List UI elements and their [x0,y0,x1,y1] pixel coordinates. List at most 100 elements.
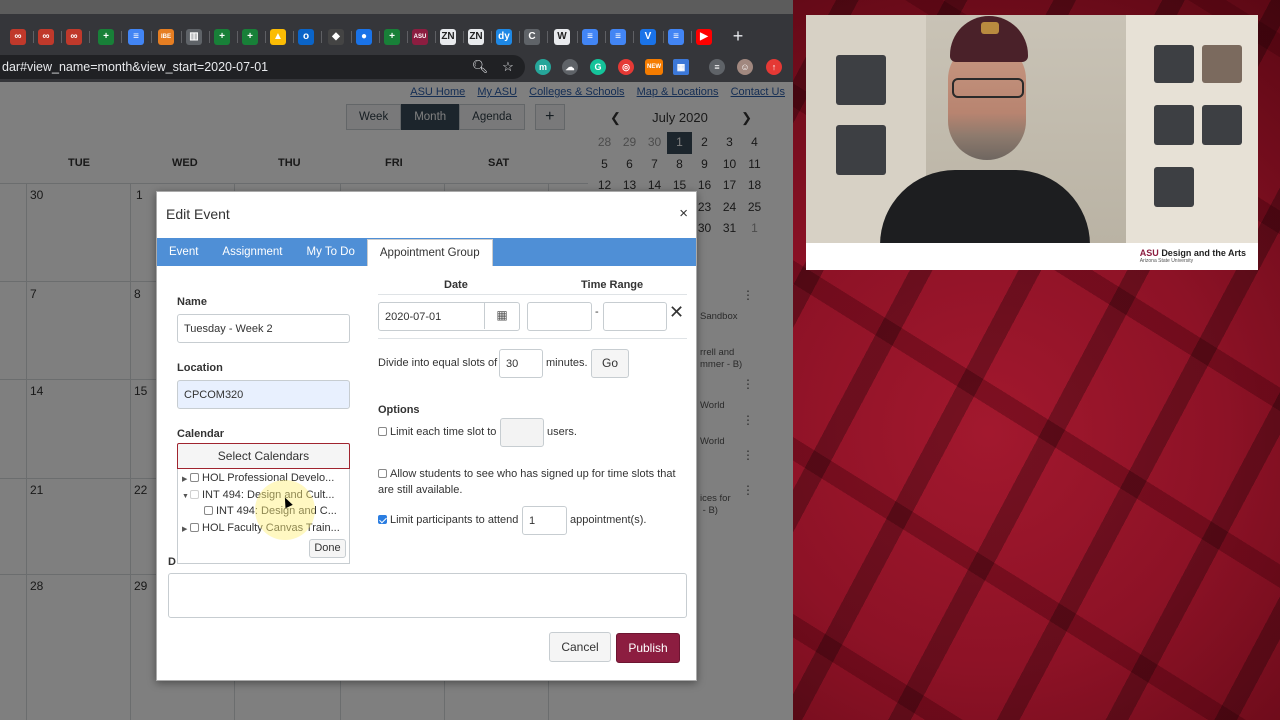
update-icon[interactable]: ↑ [766,59,782,75]
expand-icon[interactable]: ▶ [182,525,190,533]
go-button[interactable]: Go [591,349,629,378]
header-rule [378,294,687,295]
time-range-header: Time Range [581,279,644,291]
asu-sub-text: Arizona State University [1139,258,1194,264]
tab-separator [407,31,408,43]
tab-separator [121,31,122,43]
close-icon[interactable]: × [679,205,688,222]
start-time-input[interactable] [527,302,592,331]
extension-menu-icon[interactable]: ≡ [709,59,725,75]
users-per-slot-input[interactable] [500,418,544,447]
appointments-label: appointment(s). [570,514,647,526]
tab-icon-wikipedia[interactable]: W [554,29,570,45]
url-field[interactable]: dar#view_name=month&view_start=2020-07-0… [0,55,525,79]
tab-separator [547,31,548,43]
tab-icon-docs[interactable]: ≡ [128,29,144,45]
calendar-label: Calendar [177,428,225,440]
tab-icon-v[interactable]: V [640,29,656,45]
participants-input[interactable] [522,506,567,535]
location-input[interactable] [177,380,350,409]
minutes-label: minutes. [546,357,588,369]
description-label: D [168,556,176,568]
tab-icon-asu[interactable]: ASU [412,29,428,45]
calendar-checkbox[interactable] [190,523,199,532]
expand-icon[interactable]: ▶ [182,475,190,483]
end-time-input[interactable] [603,302,667,331]
extension-grid-icon[interactable]: ▦ [673,59,689,75]
tab-separator [491,31,492,43]
collapse-icon[interactable]: ▼ [182,493,190,500]
asu-design-logo: ASU Design and the Arts Arizona State Un… [1140,248,1246,264]
star-icon[interactable]: ☆ [499,58,517,76]
tab-icon-docs-3[interactable]: ≡ [610,29,626,45]
tab-event[interactable]: Event [157,238,210,266]
dialog-tabs: Event Assignment My To Do Appointment Gr… [157,238,696,266]
tab-icon-zn[interactable]: ZN [440,29,456,45]
tab-appointment-group[interactable]: Appointment Group [366,239,493,266]
tab-icon-2[interactable]: ∞ [38,29,54,45]
allow-students-checkbox[interactable] [378,469,387,478]
grammarly-icon[interactable]: G [590,59,606,75]
limit-slot-checkbox[interactable] [378,427,387,436]
shelf-bin [1154,45,1194,83]
tab-icon-sheets-3[interactable]: + [242,29,258,45]
calendar-option-label: HOL Professional Develo... [202,472,335,484]
tab-icon-dy[interactable]: dy [496,29,512,45]
shelf-bin [1154,167,1194,207]
tab-separator [89,31,90,43]
name-input[interactable] [177,314,350,343]
tab-icon-3[interactable]: ∞ [66,29,82,45]
tab-separator [435,31,436,43]
tab-separator [181,31,182,43]
tab-icon-docs-2[interactable]: ≡ [582,29,598,45]
extension-cloud-icon[interactable]: ☁ [562,59,578,75]
clear-time-icon[interactable]: ✕ [669,302,684,323]
tab-icon-1[interactable]: ∞ [10,29,26,45]
done-button[interactable]: Done [309,539,346,558]
limit-participants-checkbox[interactable] [378,515,387,524]
select-calendars-button[interactable]: Select Calendars [177,443,350,469]
tab-assignment[interactable]: Assignment [210,238,294,266]
tab-icon-sheets-4[interactable]: + [384,29,400,45]
tab-icon-docs-4[interactable]: ≡ [668,29,684,45]
tab-icon-sheets[interactable]: + [98,29,114,45]
extension-new-icon[interactable]: NEW [645,59,663,75]
cancel-button[interactable]: Cancel [549,632,611,662]
tab-icon-sheets-2[interactable]: + [214,29,230,45]
tab-icon-ibe[interactable]: IBE [158,29,174,45]
tab-icon-dark[interactable]: ◆ [328,29,344,45]
tab-strip: ∞ ∞ ∞ + ≡ IBE ▥ + + ▲ o ◆ ● + ASU ZN ZN dy C W ≡ ≡ V ≡ ▶ [0,14,793,52]
dialog-title: Edit Event [166,206,230,222]
publish-button[interactable]: Publish [616,633,680,663]
calendar-checkbox[interactable] [190,490,199,499]
tab-separator [151,31,152,43]
extension-m-icon[interactable]: m [535,59,551,75]
search-icon[interactable]: 🔍︎ [471,58,489,76]
tab-icon-drive[interactable]: ▲ [270,29,286,45]
extension-red-icon[interactable]: ◎ [618,59,634,75]
calendar-icon[interactable]: ▦ [484,302,519,329]
limit-participants-row: Limit participants to attend [378,514,518,526]
calendar-checkbox[interactable] [204,506,213,515]
tab-separator [321,31,322,43]
row-rule [378,338,687,339]
tab-icon-c[interactable]: C [524,29,540,45]
tab-separator [379,31,380,43]
tab-icon-youtube[interactable]: ▶ [696,29,712,45]
profile-avatar[interactable]: ☺ [737,59,753,75]
tab-my-to-do[interactable]: My To Do [295,238,367,266]
tab-icon-trash[interactable]: ▥ [186,29,202,45]
location-label: Location [177,362,223,374]
divide-label: Divide into equal slots of [378,357,498,369]
calendar-checkbox[interactable] [190,473,199,482]
tab-icon-zn-2[interactable]: ZN [468,29,484,45]
description-textarea[interactable] [168,573,687,618]
tab-icon-blue[interactable]: ● [356,29,372,45]
tab-separator [691,31,692,43]
slot-minutes-input[interactable] [499,349,543,378]
calendar-option[interactable]: ▶ HOL Professional Develo... [182,472,334,484]
tab-icon-outlook[interactable]: o [298,29,314,45]
new-tab-button[interactable]: + [729,26,747,46]
edit-event-dialog: Edit Event × Event Assignment My To Do A… [156,191,697,681]
shelf-bin [1154,105,1194,145]
